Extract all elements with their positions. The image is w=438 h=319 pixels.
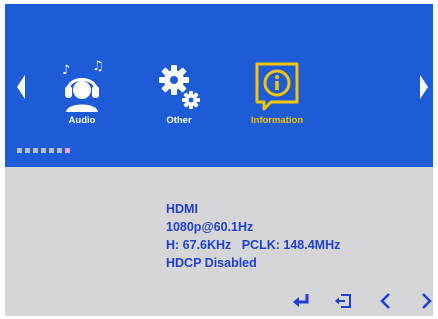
- navigation-buttons: [5, 290, 433, 314]
- tab-audio[interactable]: ♪ ♫ Audio: [42, 56, 122, 136]
- enter-button[interactable]: [290, 290, 312, 312]
- gears-icon: [139, 56, 219, 116]
- scroll-right-button[interactable]: [417, 74, 431, 100]
- previous-button[interactable]: [375, 290, 397, 312]
- menu-bar: ♪ ♫ Audio Other Information: [5, 4, 433, 167]
- svg-text:♪: ♪: [62, 63, 70, 78]
- page-dot: [57, 148, 62, 153]
- page-dot: [17, 148, 22, 153]
- chevron-right-icon: [422, 293, 432, 309]
- page-dot: [25, 148, 30, 153]
- scroll-left-button[interactable]: [14, 74, 28, 100]
- info-input-source: HDMI: [166, 202, 198, 216]
- svg-text:♫: ♫: [92, 59, 104, 74]
- info-bubble-icon: [237, 56, 317, 116]
- tab-information-label: Information: [250, 115, 304, 126]
- info-hdcp: HDCP Disabled: [166, 256, 257, 270]
- page-dot-active: [65, 148, 70, 153]
- triangle-right-icon: [420, 75, 428, 99]
- headphones-person-icon: ♪ ♫: [42, 56, 122, 116]
- next-button[interactable]: [415, 290, 433, 312]
- triangle-left-icon: [17, 75, 25, 99]
- tab-other-label: Other: [166, 115, 192, 126]
- page-dot: [33, 148, 38, 153]
- info-frequency: H: 67.6KHz PCLK: 148.4MHz: [166, 238, 341, 252]
- exit-icon: [335, 294, 351, 308]
- tab-information[interactable]: Information: [237, 56, 317, 136]
- page-dot: [49, 148, 54, 153]
- signal-info: HDMI 1080p@60.1Hz H: 67.6KHz PCLK: 148.4…: [166, 200, 426, 272]
- tab-other[interactable]: Other: [139, 56, 219, 136]
- osd-menu: ♪ ♫ Audio Other Information HDMI 1080p@6…: [5, 4, 433, 316]
- page-dot: [41, 148, 46, 153]
- page-indicator: [17, 148, 73, 154]
- enter-icon: [293, 294, 309, 307]
- exit-button[interactable]: [332, 290, 354, 312]
- info-resolution: 1080p@60.1Hz: [166, 220, 254, 234]
- tab-audio-label: Audio: [68, 115, 96, 126]
- chevron-left-icon: [380, 293, 390, 309]
